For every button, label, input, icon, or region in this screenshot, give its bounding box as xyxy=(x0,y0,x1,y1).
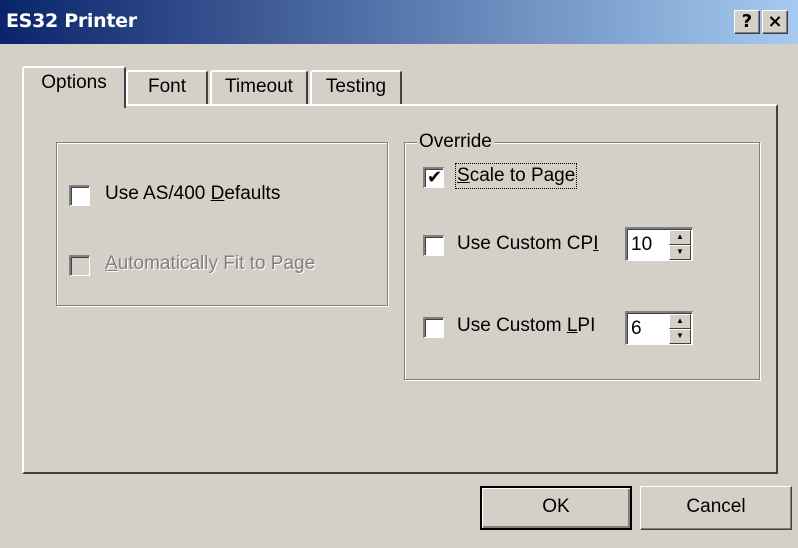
cpi-spin-buttons: ▲ ▼ xyxy=(669,230,691,260)
cpi-spinner[interactable]: 10 ▲ ▼ xyxy=(625,227,693,261)
cancel-button[interactable]: Cancel xyxy=(640,486,792,530)
lpi-up-arrow-icon[interactable]: ▲ xyxy=(669,314,691,329)
lpi-spin-buttons: ▲ ▼ xyxy=(669,314,691,344)
window-title: ES32 Printer xyxy=(6,10,137,32)
tab-font-label: Font xyxy=(147,76,187,97)
lpi-value[interactable]: 6 xyxy=(631,317,642,341)
tab-timeout-label: Timeout xyxy=(225,76,293,97)
label-text: Use AS/400 xyxy=(105,183,211,204)
label-text: Use Custom CP xyxy=(457,233,594,254)
custom-cpi-checkbox[interactable] xyxy=(423,235,444,256)
cpi-up-arrow-icon[interactable]: ▲ xyxy=(669,230,691,245)
close-button[interactable]: × xyxy=(762,10,788,34)
label-accelerator: D xyxy=(210,183,225,204)
dialog-window: ES32 Printer ? × Options Font Timeout Te… xyxy=(0,0,798,548)
title-bar[interactable]: ES32 Printer ? × xyxy=(0,0,798,44)
lpi-down-arrow-icon[interactable]: ▼ xyxy=(669,329,691,344)
defaults-group: Use AS/400 Defaults Automatically Fit to… xyxy=(56,142,388,306)
help-button[interactable]: ? xyxy=(734,10,760,34)
lpi-spinner[interactable]: 6 ▲ ▼ xyxy=(625,311,693,345)
tab-options-label: Options xyxy=(41,72,107,93)
label-text: utomatically Fit to Page xyxy=(117,253,316,274)
label-accelerator: S xyxy=(457,165,470,186)
use-as400-defaults-label[interactable]: Use AS/400 Defaults xyxy=(105,183,280,205)
tab-testing-label: Testing xyxy=(325,76,387,97)
label-text: cale to Page xyxy=(469,165,576,186)
tab-options[interactable]: Options xyxy=(22,66,126,108)
scale-to-page-checkbox[interactable]: ✔ xyxy=(423,167,444,188)
ok-button[interactable]: OK xyxy=(480,486,632,530)
cpi-down-arrow-icon[interactable]: ▼ xyxy=(669,245,691,260)
override-group-legend: Override xyxy=(417,131,494,153)
custom-lpi-label[interactable]: Use Custom LPI xyxy=(457,315,595,337)
scale-to-page-label[interactable]: Scale to Page xyxy=(454,163,578,189)
label-text: Use Custom xyxy=(457,315,567,336)
options-tab-panel: Use AS/400 Defaults Automatically Fit to… xyxy=(22,104,778,474)
label-text: efaults xyxy=(224,183,281,204)
tab-font[interactable]: Font xyxy=(126,70,208,104)
custom-lpi-checkbox[interactable] xyxy=(423,317,444,338)
checkmark-icon: ✔ xyxy=(427,167,443,188)
label-accelerator: I xyxy=(593,233,599,254)
tab-timeout[interactable]: Timeout xyxy=(210,70,308,104)
override-group: Override ✔ Scale to Page Use Custom CPI … xyxy=(404,131,760,380)
label-accelerator: L xyxy=(566,315,578,336)
tab-testing[interactable]: Testing xyxy=(310,70,402,104)
use-as400-defaults-checkbox[interactable] xyxy=(69,185,90,206)
auto-fit-to-page-label: Automatically Fit to Page xyxy=(105,253,315,275)
custom-cpi-label[interactable]: Use Custom CPI xyxy=(457,233,598,255)
label-accelerator: A xyxy=(105,253,118,274)
cpi-value[interactable]: 10 xyxy=(631,233,652,257)
label-text: PI xyxy=(577,315,596,336)
auto-fit-to-page-checkbox xyxy=(69,255,90,276)
